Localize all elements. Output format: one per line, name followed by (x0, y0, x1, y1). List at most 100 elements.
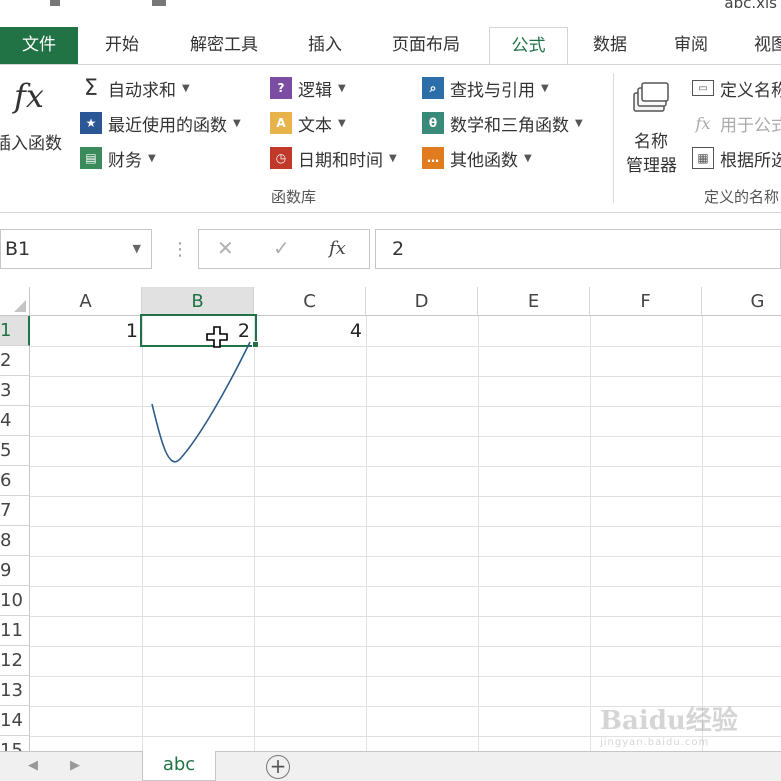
gridline (30, 376, 781, 377)
define-name-label: 定义名称 (720, 80, 781, 101)
gridline (30, 526, 781, 527)
autosum-label: 自动求和 (108, 80, 176, 101)
text-button[interactable]: A 文本 ▼ (270, 110, 346, 136)
gridline (30, 496, 781, 497)
gridline (30, 466, 781, 467)
row-header-7[interactable]: 7 (0, 496, 30, 526)
more-functions-button[interactable]: … 其他函数 ▼ (422, 145, 532, 171)
name-manager-button[interactable]: 名称 管理器 (620, 79, 686, 176)
gridline (478, 316, 479, 751)
row-header-11[interactable]: 11 (0, 616, 30, 646)
select-all-corner[interactable] (0, 287, 30, 316)
row-header-2[interactable]: 2 (0, 346, 30, 376)
gridline (590, 316, 591, 751)
tab-view[interactable]: 视图 (740, 27, 781, 65)
row-header-8[interactable]: 8 (0, 526, 30, 556)
prev-sheet-icon[interactable]: ◀ (28, 758, 38, 773)
gridline (702, 316, 703, 751)
cell-c1[interactable]: 4 (254, 316, 366, 345)
column-header-c[interactable]: C (254, 287, 366, 316)
drag-handle-icon[interactable]: ⋮ (171, 239, 189, 260)
chevron-down-icon: ▼ (389, 152, 397, 164)
lookup-reference-label: 查找与引用 (450, 80, 535, 101)
tab-review[interactable]: 审阅 (656, 27, 726, 65)
window-title: abc.xls (724, 0, 777, 12)
row-header-4[interactable]: 4 (0, 406, 30, 436)
insert-function-button[interactable]: fx 插入函数 (0, 73, 74, 155)
chevron-down-icon: ▼ (233, 117, 241, 129)
tab-data[interactable]: 数据 (576, 27, 644, 65)
row-header-10[interactable]: 10 (0, 586, 30, 616)
gridline (30, 646, 781, 647)
tab-page-layout[interactable]: 页面布局 (378, 27, 474, 65)
gridline (30, 586, 781, 587)
name-box-value: B1 (5, 238, 31, 260)
quick-access-icon[interactable] (50, 0, 60, 6)
sigma-icon: Σ (84, 75, 98, 101)
recent-functions-button[interactable]: ★ 最近使用的函数 ▼ (80, 110, 241, 136)
baidu-watermark: Baidu经验 jingyan.baidu.com (600, 700, 780, 750)
gridline (30, 616, 781, 617)
cell-a1[interactable]: 1 (30, 316, 142, 345)
sheet-tab-abc[interactable]: abc (142, 751, 216, 781)
name-manager-icon (633, 82, 669, 112)
next-sheet-icon[interactable]: ▶ (70, 758, 80, 773)
chevron-down-icon[interactable]: ▼ (133, 230, 141, 268)
chevron-down-icon: ▼ (148, 152, 156, 164)
column-header-e[interactable]: E (478, 287, 590, 316)
enter-check-icon[interactable]: ✓ (273, 236, 290, 260)
defined-names-label: 定义的名称 (704, 188, 780, 206)
row-header-3[interactable]: 3 (0, 376, 30, 406)
chevron-down-icon: ▼ (524, 152, 532, 164)
tab-formulas[interactable]: 公式 (489, 27, 568, 67)
function-library-label: 函数库 (271, 188, 317, 206)
ribbon-formulas: fx 插入函数 Σ 自动求和 ▼ ★ 最近使用的函数 ▼ ▤ 财务 ▼ ? 逻辑… (0, 65, 781, 213)
date-time-button[interactable]: ◷ 日期和时间 ▼ (270, 145, 397, 171)
tab-home[interactable]: 开始 (86, 27, 158, 65)
row-header-12[interactable]: 12 (0, 646, 30, 676)
lookup-reference-button[interactable]: ⌕ 查找与引用 ▼ (422, 75, 549, 101)
excel-window: abc.xls 文件 开始 解密工具 插入 页面布局 公式 数据 审阅 视图 f… (0, 0, 781, 781)
more-icon: … (422, 147, 444, 169)
cancel-icon[interactable]: ✕ (217, 236, 234, 260)
date-time-label: 日期和时间 (298, 150, 383, 171)
worksheet-grid[interactable]: A B C D E F G 1 2 3 4 5 6 7 8 9 10 11 12… (0, 287, 781, 751)
formula-input[interactable]: 2 (375, 229, 781, 269)
column-header-f[interactable]: F (590, 287, 702, 316)
row-header-15[interactable]: 15 (0, 736, 30, 751)
define-name-button[interactable]: ▭ 定义名称 (692, 75, 781, 101)
row-header-13[interactable]: 13 (0, 676, 30, 706)
tab-insert[interactable]: 插入 (290, 27, 360, 65)
name-box[interactable]: B1 ▼ (0, 229, 152, 269)
tab-file[interactable]: 文件 (0, 27, 78, 65)
theta-icon: θ (422, 112, 444, 134)
column-header-a[interactable]: A (30, 287, 142, 316)
tab-decrypt-tools[interactable]: 解密工具 (176, 27, 272, 65)
fill-handle[interactable] (252, 341, 259, 348)
add-sheet-button[interactable]: + (266, 755, 290, 779)
column-header-g[interactable]: G (702, 287, 781, 316)
row-header-14[interactable]: 14 (0, 706, 30, 736)
create-from-selection-button[interactable]: ▦ 根据所选内容创建 (692, 145, 781, 171)
row-header-5[interactable]: 5 (0, 436, 30, 466)
row-header-1[interactable]: 1 (0, 316, 30, 346)
gridline (30, 676, 781, 677)
financial-button[interactable]: ▤ 财务 ▼ (80, 145, 156, 171)
ledger-icon: ▤ (80, 147, 102, 169)
group-separator (613, 73, 614, 203)
fx-icon: fx (14, 77, 44, 115)
more-functions-label: 其他函数 (450, 150, 518, 171)
row-header-6[interactable]: 6 (0, 466, 30, 496)
insert-fx-icon[interactable]: fx (329, 238, 346, 259)
annotation-stroke (151, 341, 251, 463)
tag-icon: ▭ (692, 80, 714, 96)
logical-button[interactable]: ? 逻辑 ▼ (270, 75, 346, 101)
quick-access-icon[interactable] (152, 0, 166, 6)
name-manager-label-2: 管理器 (626, 156, 677, 176)
column-header-d[interactable]: D (366, 287, 478, 316)
autosum-button[interactable]: Σ 自动求和 ▼ (80, 75, 190, 101)
math-trig-button[interactable]: θ 数学和三角函数 ▼ (422, 110, 583, 136)
column-header-b[interactable]: B (142, 287, 254, 316)
use-in-formula-button[interactable]: fx 用于公式 (692, 110, 781, 136)
row-header-9[interactable]: 9 (0, 556, 30, 586)
